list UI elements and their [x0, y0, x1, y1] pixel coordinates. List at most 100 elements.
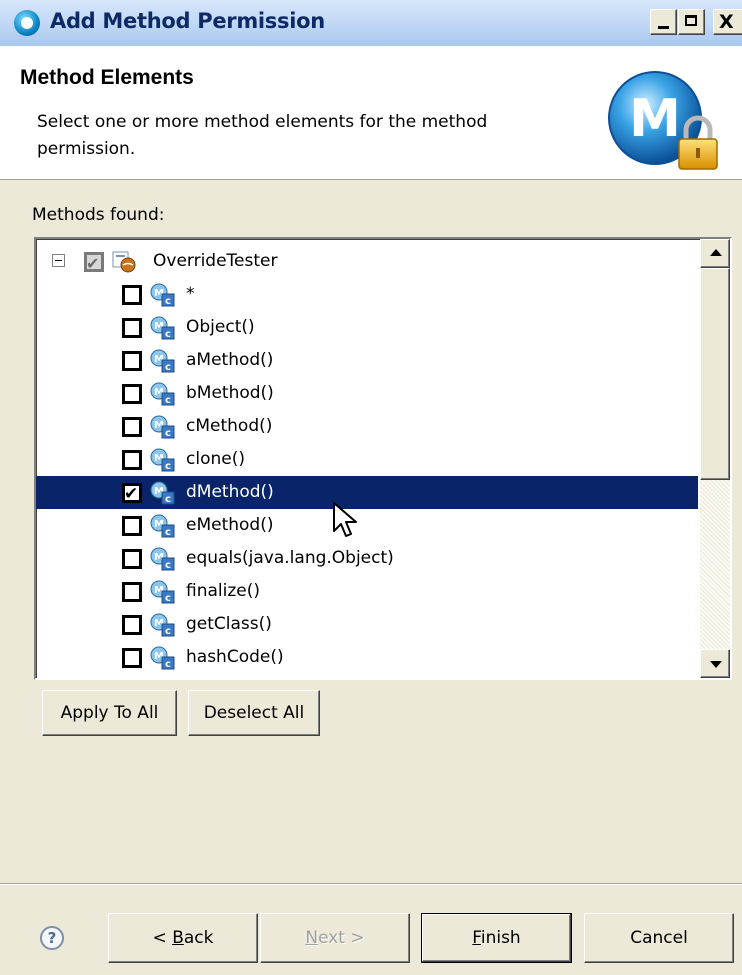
svg-text:c: c [165, 494, 171, 505]
method-icon: M c [150, 580, 175, 604]
item-checkbox[interactable] [122, 417, 142, 437]
tree-item[interactable]: M c clone() [36, 443, 698, 476]
item-label: cMethod() [186, 416, 273, 436]
svg-text:M: M [629, 89, 681, 149]
help-icon[interactable]: ? [40, 926, 64, 950]
tree-item[interactable]: M c * [36, 278, 698, 311]
method-icon: M c [150, 481, 175, 505]
wizard-banner: Method Elements Select one or more metho… [0, 46, 742, 180]
tree-root-row[interactable]: OverrideTester [36, 245, 698, 280]
tree-item[interactable]: M c hashCode() [36, 641, 698, 674]
method-icon: M c [150, 415, 175, 439]
close-button[interactable]: X [713, 9, 742, 35]
item-label: Object() [186, 317, 255, 337]
close-icon: X [719, 11, 734, 33]
item-label: getClass() [186, 614, 272, 634]
back-button[interactable]: < Back [108, 913, 258, 963]
arrow-up-icon [710, 249, 722, 256]
method-icon: M c [150, 448, 175, 472]
tree-item[interactable]: M c equals(java.lang.Object) [36, 542, 698, 575]
method-icon: M c [150, 283, 175, 307]
method-icon: M c [150, 646, 175, 670]
apply-to-all-button[interactable]: Apply To All [42, 690, 177, 736]
method-icon: M c [150, 382, 175, 406]
item-checkbox[interactable] [122, 582, 142, 602]
page-description: Select one or more method elements for t… [37, 112, 488, 159]
item-label: clone() [186, 449, 245, 469]
next-button-rest: ext > [318, 928, 365, 948]
bean-class-icon [112, 251, 136, 273]
item-label: hashCode() [186, 647, 284, 667]
method-icon: M c [150, 613, 175, 637]
methods-tree[interactable]: OverrideTester M c * M c Object() M c [34, 237, 732, 680]
item-label: aMethod() [186, 350, 274, 370]
app-icon [14, 10, 40, 36]
mouse-pointer-icon [333, 502, 357, 537]
item-checkbox[interactable] [122, 516, 142, 536]
item-checkbox[interactable] [122, 615, 142, 635]
item-checkbox[interactable] [122, 384, 142, 404]
maximize-button[interactable] [678, 9, 705, 35]
tree-item-selected[interactable]: M c dMethod() [36, 476, 698, 511]
finish-button-rest: inish [480, 928, 521, 948]
footer-separator-highlight [0, 884, 742, 885]
tree-item[interactable]: M c getClass() [36, 608, 698, 641]
title-bar: Add Method Permission X [0, 0, 742, 47]
method-icon: M c [150, 547, 175, 571]
item-label: bMethod() [186, 383, 274, 403]
svg-text:c: c [165, 593, 171, 604]
tree-item[interactable]: M c finalize() [36, 575, 698, 608]
svg-text:c: c [165, 626, 171, 637]
next-button-mnemonic: N [305, 928, 319, 948]
item-checkbox[interactable] [122, 318, 142, 338]
svg-text:c: c [165, 527, 171, 538]
deselect-all-button[interactable]: Deselect All [188, 690, 320, 736]
method-icon: M c [150, 316, 175, 340]
item-checkbox[interactable] [122, 285, 142, 305]
tree-item[interactable]: M c cMethod() [36, 410, 698, 443]
back-button-mnemonic: B [172, 928, 184, 948]
page-title: Method Elements [20, 66, 194, 89]
svg-text:c: c [165, 395, 171, 406]
window-title: Add Method Permission [50, 9, 325, 33]
root-checkbox[interactable] [84, 247, 104, 280]
finish-button[interactable]: Finish [421, 913, 572, 963]
svg-text:c: c [165, 461, 171, 472]
method-icon: M c [150, 349, 175, 373]
finish-button-mnemonic: F [472, 928, 481, 948]
svg-text:c: c [165, 659, 171, 670]
back-button-rest: ack [183, 928, 214, 948]
svg-text:c: c [165, 329, 171, 340]
next-button[interactable]: Next > [260, 913, 410, 963]
item-label: eMethod() [186, 515, 274, 535]
item-label: * [186, 284, 195, 304]
item-checkbox[interactable] [122, 450, 142, 470]
scroll-up-button[interactable] [700, 239, 730, 268]
scroll-thumb[interactable] [700, 268, 730, 480]
item-checkbox[interactable] [122, 549, 142, 569]
minimize-icon [658, 26, 669, 29]
svg-text:c: c [165, 362, 171, 373]
minimize-button[interactable] [650, 9, 677, 35]
tree-item[interactable]: M c eMethod() [36, 509, 698, 542]
svg-text:c: c [165, 560, 171, 571]
svg-text:c: c [165, 428, 171, 439]
item-checkbox[interactable] [122, 478, 142, 511]
methods-found-label: Methods found: [32, 205, 165, 225]
maximize-icon [685, 15, 697, 26]
item-label: finalize() [186, 581, 260, 601]
item-checkbox[interactable] [122, 351, 142, 371]
back-button-prefix: < [152, 928, 173, 948]
item-checkbox[interactable] [122, 648, 142, 668]
vertical-scrollbar[interactable] [700, 239, 730, 678]
tree-item[interactable]: M c Object() [36, 311, 698, 344]
item-label: equals(java.lang.Object) [186, 548, 394, 568]
method-permission-logo-icon: M [608, 71, 718, 170]
tree-item[interactable]: M c aMethod() [36, 344, 698, 377]
item-label: dMethod() [186, 482, 274, 502]
cancel-button[interactable]: Cancel [584, 913, 734, 963]
scroll-down-button[interactable] [700, 649, 730, 678]
svg-text:c: c [165, 296, 171, 307]
collapse-toggle-icon[interactable] [52, 254, 65, 267]
tree-item[interactable]: M c bMethod() [36, 377, 698, 410]
